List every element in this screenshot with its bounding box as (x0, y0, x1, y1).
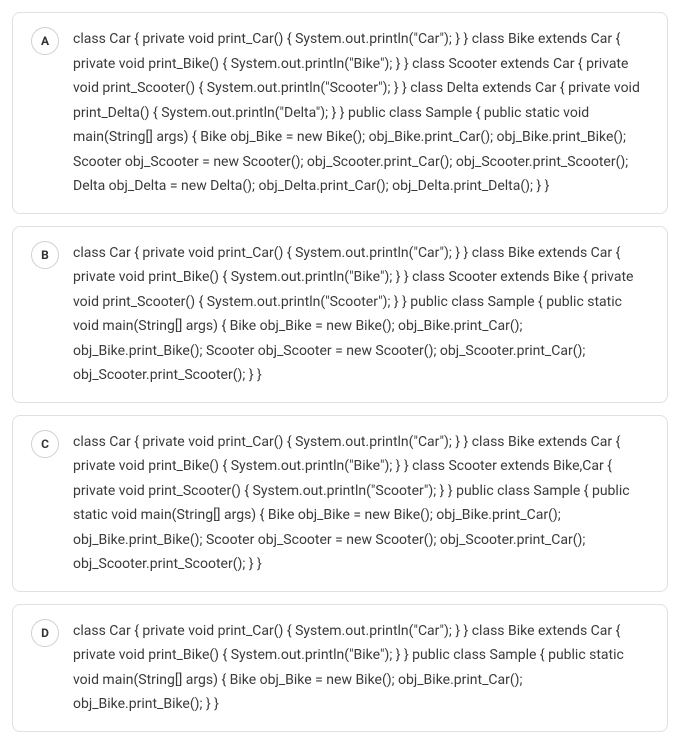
option-card-b[interactable]: B class Car { private void print_Car() {… (12, 226, 668, 403)
option-code-text: class Car { private void print_Car() { S… (73, 430, 649, 577)
option-badge: C (31, 430, 59, 458)
option-letter: C (41, 437, 49, 451)
option-badge: B (31, 241, 59, 269)
option-code-text: class Car { private void print_Car() { S… (73, 27, 649, 199)
option-letter: B (41, 248, 49, 262)
options-list: A class Car { private void print_Car() {… (12, 12, 668, 732)
option-code-text: class Car { private void print_Car() { S… (73, 241, 649, 388)
option-card-c[interactable]: C class Car { private void print_Car() {… (12, 415, 668, 592)
option-card-d[interactable]: D class Car { private void print_Car() {… (12, 604, 668, 732)
option-letter: A (41, 34, 49, 48)
option-badge: A (31, 27, 59, 55)
option-code-text: class Car { private void print_Car() { S… (73, 619, 649, 717)
option-card-a[interactable]: A class Car { private void print_Car() {… (12, 12, 668, 214)
